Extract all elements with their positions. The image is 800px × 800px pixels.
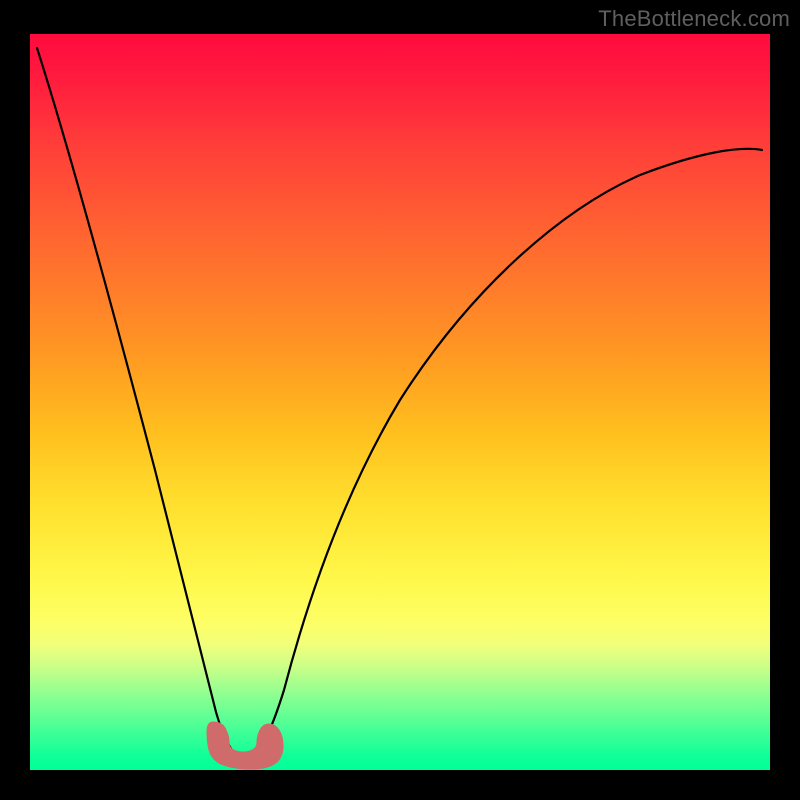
chart-svg xyxy=(0,0,800,800)
outer-frame: TheBottleneck.com xyxy=(0,0,800,800)
watermark-text: TheBottleneck.com xyxy=(598,6,790,32)
trough-marker xyxy=(207,722,283,769)
bottleneck-curve xyxy=(37,48,762,762)
